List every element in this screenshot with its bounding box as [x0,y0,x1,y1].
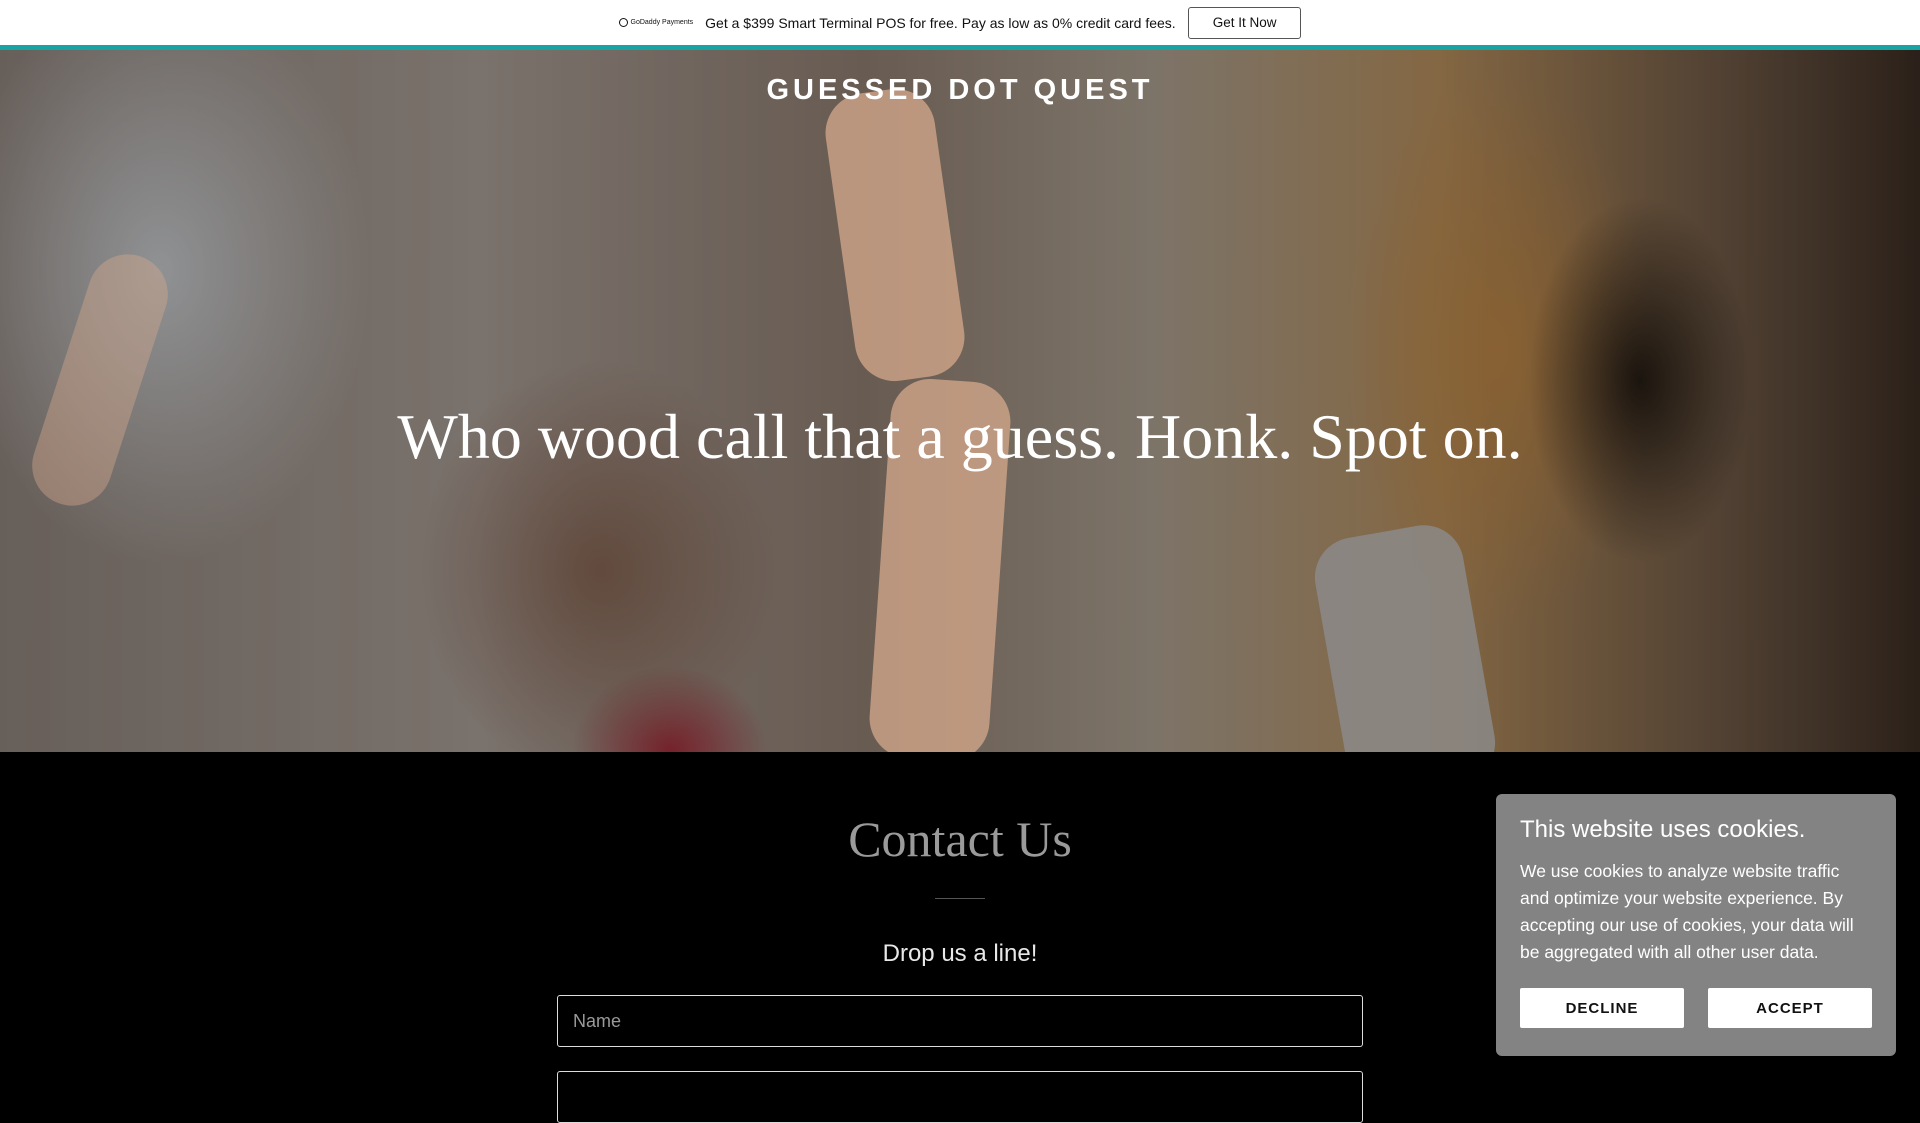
decline-button[interactable]: DECLINE [1520,988,1684,1028]
promo-bar: GoDaddy Payments Get a $399 Smart Termin… [0,0,1920,45]
get-it-now-button[interactable]: Get It Now [1187,6,1302,39]
accept-button[interactable]: ACCEPT [1708,988,1872,1028]
cookie-banner: This website uses cookies. We use cookie… [1496,794,1896,1056]
hero-headline: Who wood call that a guess. Honk. Spot o… [397,401,1523,472]
godaddy-logo-icon [618,18,628,27]
section-divider [935,898,985,899]
hero-image-raised-hand-left [21,244,179,516]
site-title[interactable]: GUESSED DOT QUEST [0,74,1920,107]
cookie-body: We use cookies to analyze website traffi… [1520,861,1854,962]
next-form-field[interactable] [557,1071,1363,1123]
hero-image-raised-hand [820,83,970,387]
cookie-actions: DECLINE ACCEPT [1520,988,1872,1028]
promo-message: Get a $399 Smart Terminal POS for free. … [705,14,1176,31]
name-input[interactable] [557,995,1363,1047]
hero-image-sleeve [1308,518,1502,752]
promo-logo-text: GoDaddy Payments [630,19,694,26]
godaddy-payments-logo: GoDaddy Payments [618,18,694,27]
cookie-title: This website uses cookies. [1520,816,1806,843]
